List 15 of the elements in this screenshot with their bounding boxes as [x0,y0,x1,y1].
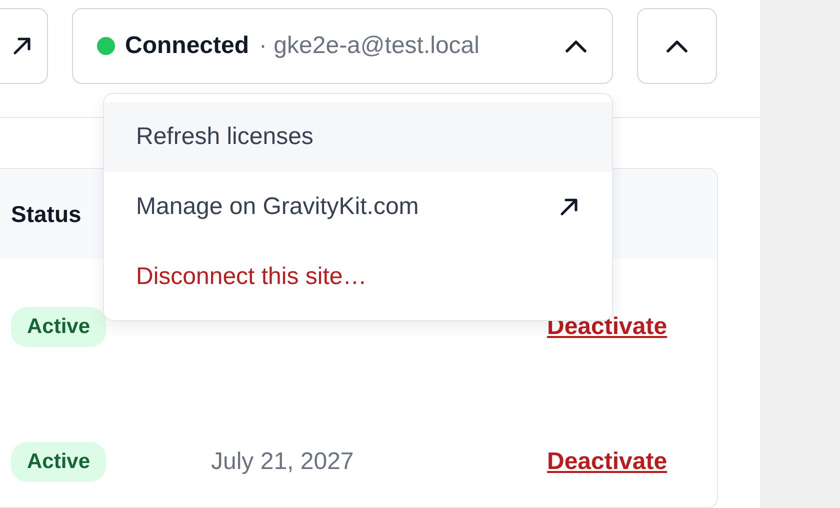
deactivate-link[interactable]: Deactivate [547,448,668,476]
external-link-button[interactable] [0,8,48,84]
menu-item[interactable]: Refresh licenses [104,102,612,172]
expiry-date: July 21, 2027 [211,448,355,476]
account-email: · gke2e-a@test.local [259,32,480,60]
arrow-up-right-icon [11,35,33,57]
chevron-up-icon [665,39,689,53]
column-header: Status [11,200,82,228]
arrow-up-right-icon [558,196,580,218]
status-badge: Active [11,442,106,482]
status-badge: Active [11,306,106,346]
menu-item[interactable]: Disconnect this site… [104,242,612,312]
menu-item[interactable]: Manage on GravityKit.com [104,172,612,242]
connection-dropdown-button[interactable]: Connected · gke2e-a@test.local [72,8,613,84]
connection-status: Connected [125,32,250,60]
